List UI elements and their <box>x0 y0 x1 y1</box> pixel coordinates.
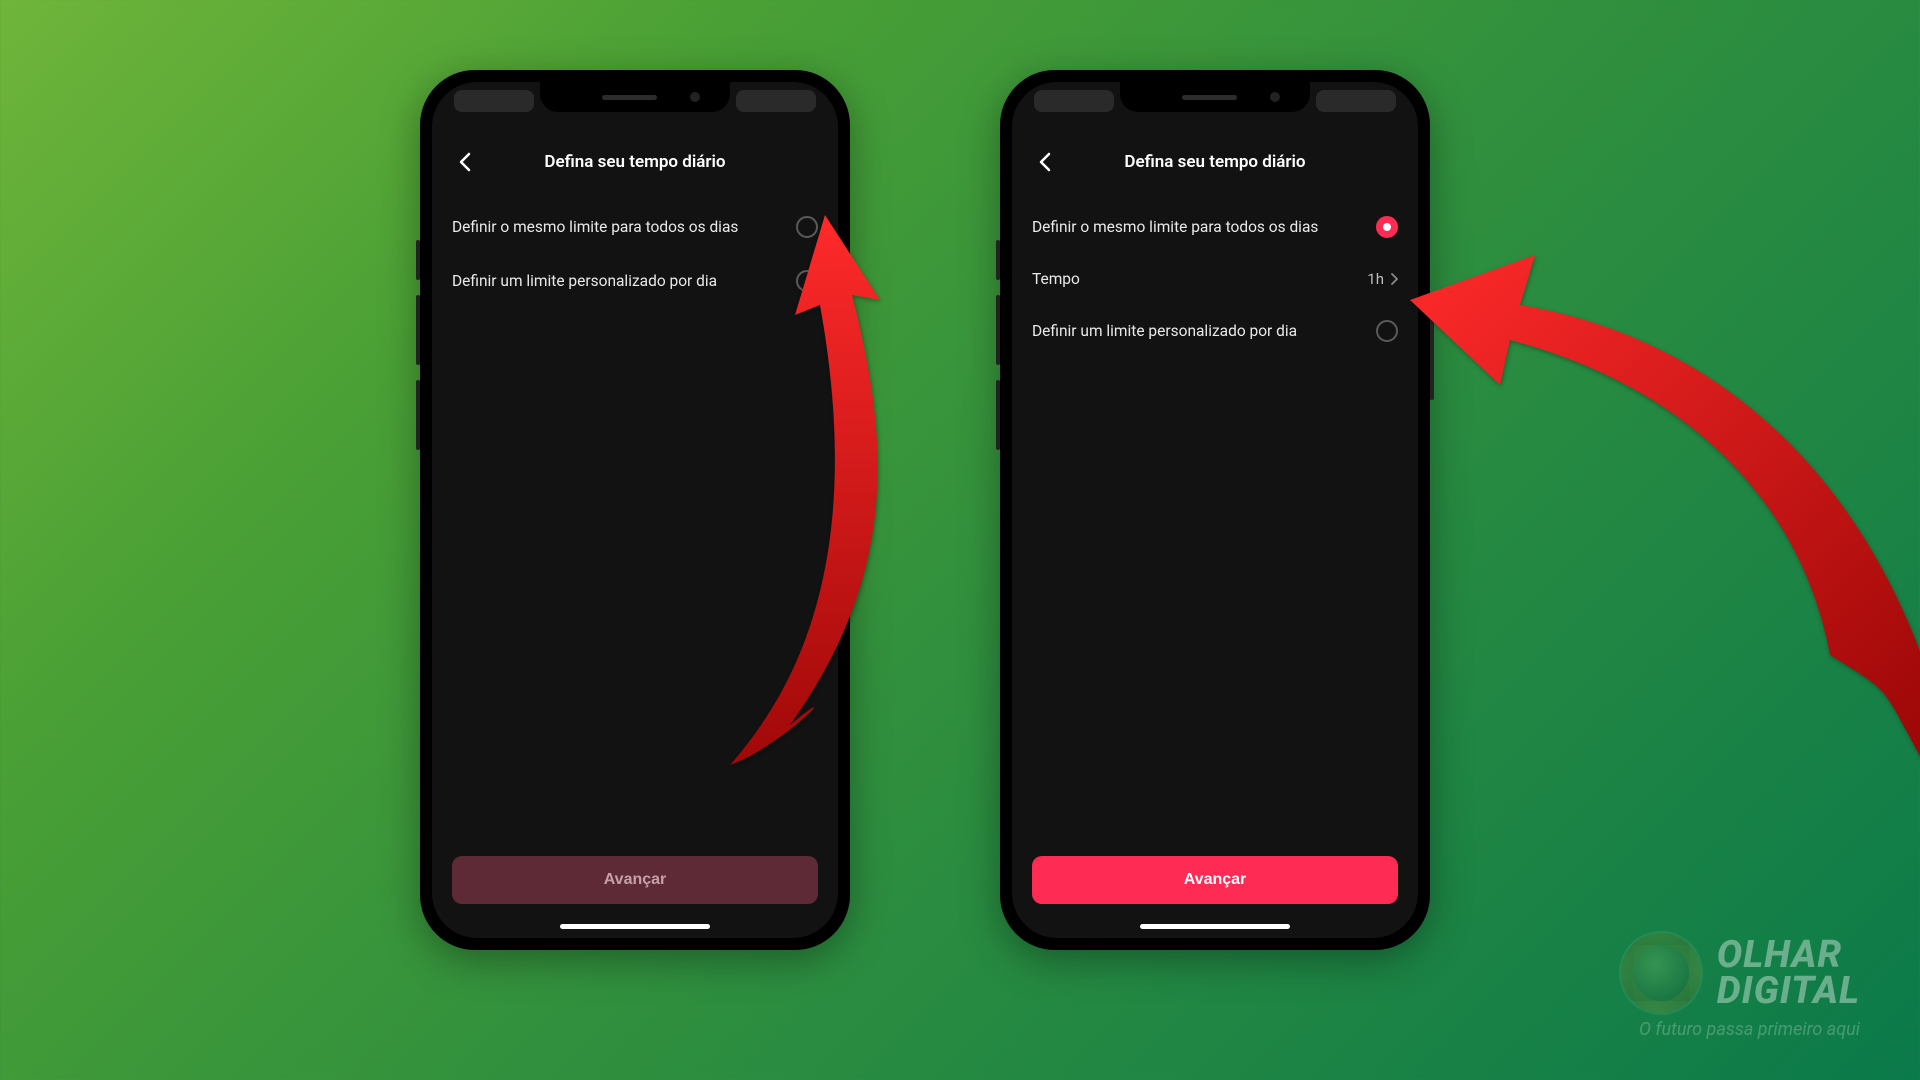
radio-icon <box>1376 320 1398 342</box>
phone-screen: Defina seu tempo diário Definir o mesmo … <box>1012 82 1418 938</box>
back-button[interactable] <box>450 148 478 176</box>
option-label: Definir um limite personalizado por dia <box>452 272 717 290</box>
phone-side-button <box>416 240 420 280</box>
phone-side-button <box>996 380 1000 450</box>
phone-side-button <box>1430 310 1434 400</box>
time-value: 1h <box>1367 270 1384 288</box>
watermark-logo: OLHAR DIGITAL <box>1621 933 1860 1013</box>
status-bar-right <box>1316 90 1396 112</box>
watermark-line2: DIGITAL <box>1717 973 1860 1009</box>
time-value-container: 1h <box>1367 270 1398 288</box>
annotation-arrow-right <box>1380 225 1920 785</box>
phone-mockup-left: Defina seu tempo diário Definir o mesmo … <box>420 70 850 950</box>
page-title: Defina seu tempo diário <box>1124 152 1305 172</box>
page-title: Defina seu tempo diário <box>544 152 725 172</box>
option-same-limit[interactable]: Definir o mesmo limite para todos os dia… <box>1032 200 1398 254</box>
phone-side-button <box>996 295 1000 365</box>
phone-side-button <box>850 310 854 400</box>
radio-icon <box>796 270 818 292</box>
home-indicator <box>1140 924 1290 929</box>
watermark: OLHAR DIGITAL O futuro passa primeiro aq… <box>1621 933 1860 1040</box>
option-time[interactable]: Tempo 1h <box>1032 254 1398 304</box>
options-list: Definir o mesmo limite para todos os dia… <box>432 184 838 856</box>
back-button[interactable] <box>1030 148 1058 176</box>
option-label: Definir o mesmo limite para todos os dia… <box>1032 218 1318 236</box>
phone-side-button <box>996 240 1000 280</box>
option-same-limit[interactable]: Definir o mesmo limite para todos os dia… <box>452 200 818 254</box>
option-label: Definir um limite personalizado por dia <box>1032 322 1297 340</box>
screen-header: Defina seu tempo diário <box>1012 140 1418 184</box>
advance-button[interactable]: Avançar <box>1032 856 1398 904</box>
phone-notch <box>1120 82 1310 112</box>
status-bar-right <box>736 90 816 112</box>
status-bar-left <box>454 90 534 112</box>
option-custom-limit[interactable]: Definir um limite personalizado por dia <box>452 254 818 308</box>
chevron-left-icon <box>1038 152 1051 172</box>
phone-side-button <box>416 380 420 450</box>
phone-screen: Defina seu tempo diário Definir o mesmo … <box>432 82 838 938</box>
option-label: Tempo <box>1032 270 1080 288</box>
chevron-right-icon <box>1390 273 1398 285</box>
chevron-left-icon <box>458 152 471 172</box>
phone-notch <box>540 82 730 112</box>
radio-selected-icon <box>1376 216 1398 238</box>
radio-icon <box>796 216 818 238</box>
phone-side-button <box>416 295 420 365</box>
option-label: Definir o mesmo limite para todos os dia… <box>452 218 738 236</box>
watermark-text: OLHAR DIGITAL <box>1717 937 1860 1009</box>
watermark-ring-icon <box>1621 933 1701 1013</box>
home-indicator <box>560 924 710 929</box>
options-list: Definir o mesmo limite para todos os dia… <box>1012 184 1418 856</box>
watermark-tagline: O futuro passa primeiro aqui <box>1639 1019 1860 1040</box>
phone-mockup-right: Defina seu tempo diário Definir o mesmo … <box>1000 70 1430 950</box>
status-bar-left <box>1034 90 1114 112</box>
screen-header: Defina seu tempo diário <box>432 140 838 184</box>
watermark-line1: OLHAR <box>1717 937 1860 973</box>
option-custom-limit[interactable]: Definir um limite personalizado por dia <box>1032 304 1398 358</box>
advance-button[interactable]: Avançar <box>452 856 818 904</box>
